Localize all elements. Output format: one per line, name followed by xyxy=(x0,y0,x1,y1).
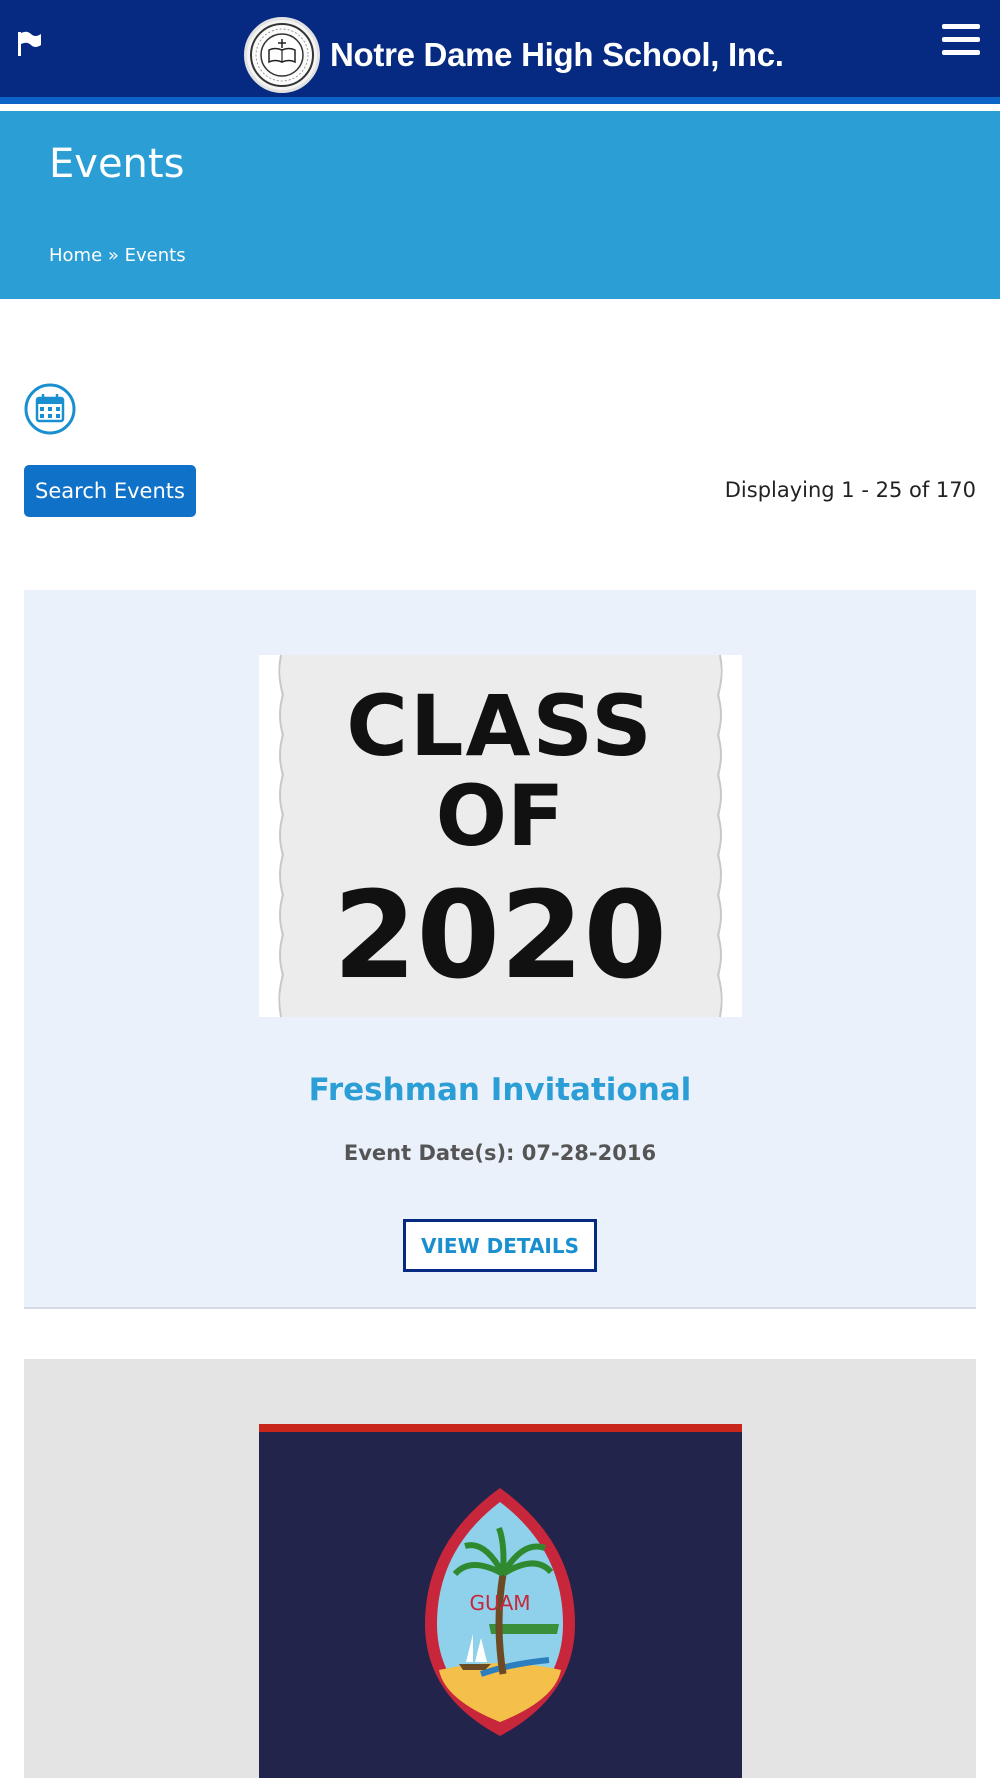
event-image[interactable]: CLASS OF 2020 xyxy=(259,654,742,1018)
search-events-button[interactable]: Search Events xyxy=(24,465,196,517)
hamburger-menu-icon[interactable] xyxy=(942,24,980,58)
page-banner: Events Home » Events xyxy=(0,111,1000,299)
event-image-text-line-3: 2020 xyxy=(333,867,667,1006)
top-navigation-bar: Notre Dame High School, Inc. xyxy=(0,0,1000,104)
event-image-text: GUAM xyxy=(469,1591,530,1615)
event-card: GUAM xyxy=(24,1359,976,1778)
event-image-text-line-2: OF xyxy=(436,767,565,865)
calendar-icon[interactable] xyxy=(24,383,76,435)
breadcrumb: Home » Events xyxy=(49,245,186,266)
breadcrumb-separator: » xyxy=(107,245,119,266)
breadcrumb-home-link[interactable]: Home xyxy=(49,245,102,266)
flag-icon[interactable] xyxy=(14,28,46,60)
school-seal-logo xyxy=(244,17,320,93)
results-count: Displaying 1 - 25 of 170 xyxy=(724,478,976,502)
event-date: Event Date(s): 07-28-2016 xyxy=(343,1141,657,1165)
event-card: CLASS OF 2020 Freshman Invitational Even… xyxy=(24,590,976,1309)
school-brand[interactable]: Notre Dame High School, Inc. xyxy=(244,16,784,94)
page-title: Events xyxy=(49,141,185,187)
view-details-button[interactable]: VIEW DETAILS xyxy=(403,1219,597,1272)
breadcrumb-current: Events xyxy=(124,245,186,266)
event-image[interactable]: GUAM xyxy=(259,1424,742,1778)
school-name: Notre Dame High School, Inc. xyxy=(330,36,784,73)
event-image-text-line-1: CLASS xyxy=(346,677,653,775)
event-title-link[interactable]: Freshman Invitational xyxy=(24,1072,976,1108)
